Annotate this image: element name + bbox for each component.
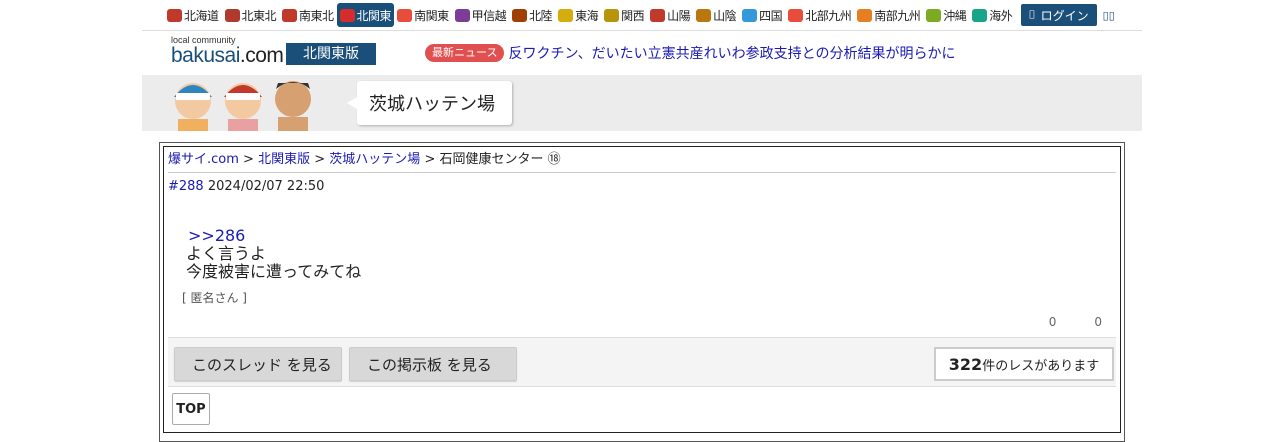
like-button[interactable]: 0	[1049, 315, 1057, 329]
poster-name: [ 匿名さん ]	[182, 291, 247, 305]
udon-icon	[742, 8, 758, 22]
region-label: 北海道	[184, 8, 219, 23]
region-link[interactable]: 北関東	[336, 3, 395, 27]
globe-icon	[972, 8, 988, 22]
camel-icon	[696, 8, 712, 22]
grape-icon	[454, 8, 470, 22]
breadcrumb-site-link[interactable]: 爆サイ.com	[168, 152, 239, 167]
region-link[interactable]: 甲信越	[452, 3, 510, 27]
shisa-icon	[926, 8, 942, 22]
region-nav: 北海道 北東北 南東北 北関東 南関東 甲信越 北陸 東海 関西 山陽 山陰 四国 北部九州 南部九州 沖縄…	[142, 0, 1142, 31]
region-label: 海外	[989, 8, 1013, 23]
board-title-bubble: 茨城ハッテン場	[347, 81, 512, 125]
region-link[interactable]: 北東北	[222, 3, 280, 27]
breadcrumb-separator: >	[424, 152, 436, 167]
site-logo[interactable]: local community bakusai.com	[171, 35, 284, 67]
namahage-icon	[224, 8, 240, 22]
region-label: 北関東	[356, 8, 392, 23]
breadcrumb-edition-link[interactable]: 北関東版	[258, 152, 310, 167]
post-panel-inner: 爆サイ.com > 北関東版 > 茨城ハッテン場 > 石岡健康センター ⑱ #2…	[163, 146, 1121, 433]
logo-suffix: .com	[239, 44, 284, 67]
breadcrumb-board-link[interactable]: 茨城ハッテン場	[329, 152, 420, 167]
region-label: 四国	[759, 8, 783, 23]
region-link[interactable]: 山陽	[647, 3, 693, 27]
daruma-icon	[339, 8, 355, 22]
torii-icon	[650, 8, 666, 22]
breadcrumb-separator: >	[314, 152, 326, 167]
region-link[interactable]: 南部九州	[854, 3, 923, 27]
region-label: 南東北	[299, 8, 334, 23]
region-link[interactable]: 関西	[601, 3, 647, 27]
post-text-line: 今度被害に遭ってみてね	[186, 262, 362, 281]
region-label: 沖縄	[943, 8, 967, 23]
region-link[interactable]: 海外	[969, 3, 1015, 27]
dislike-count: 0	[1094, 315, 1102, 329]
reply-anchor-link[interactable]: >>286	[188, 227, 1116, 245]
view-board-button[interactable]: この掲示板 を見る	[349, 347, 517, 381]
region-label: 南関東	[414, 8, 449, 23]
reply-count: 322 件のレスがあります	[934, 347, 1114, 381]
menu-icon[interactable]: ▯▯	[1103, 9, 1115, 22]
region-label: 北部九州	[805, 8, 852, 23]
region-label: 山陽	[667, 8, 691, 23]
user-icon: 	[1029, 10, 1034, 20]
region-label: 南部九州	[874, 8, 921, 23]
takoyaki-icon	[604, 8, 620, 22]
region-label: 東海	[575, 8, 599, 23]
crab-icon	[167, 8, 182, 22]
region-link[interactable]: 山陰	[693, 3, 739, 27]
vote-area: 0 0	[1049, 315, 1102, 329]
region-link[interactable]: 南関東	[394, 3, 452, 27]
mascot-characters-icon	[174, 81, 311, 131]
post-body: >>286 よく言うよ 今度被害に遭ってみてね	[186, 227, 1116, 281]
logo-name: bakusai	[171, 44, 240, 67]
shrine-icon	[512, 8, 528, 22]
news-badge: 最新ニュース	[425, 44, 505, 62]
news-headline-link[interactable]: 反ワクチン、だいたい立憲共産れいわ参政支持との分析結果が明らかに	[508, 43, 955, 63]
like-count: 0	[1048, 315, 1057, 329]
post-actions: このスレッド を見る この掲示板 を見る 322 件のレスがあります	[168, 337, 1116, 387]
reply-count-number: 322	[948, 354, 983, 374]
breadcrumb-thread-title: 石岡健康センター ⑱	[439, 152, 561, 167]
region-label: 山陰	[713, 8, 737, 23]
tower-icon	[397, 8, 413, 22]
reply-count-suffix: 件のレスがあります	[982, 358, 1100, 374]
post-panel: 爆サイ.com > 北関東版 > 茨城ハッテン場 > 石岡健康センター ⑱ #2…	[159, 142, 1125, 442]
news-ticker: 最新ニュース 反ワクチン、だいたい立憲共産れいわ参政支持との分析結果が明らかに	[425, 43, 955, 63]
region-link[interactable]: 南東北	[279, 3, 337, 27]
post-datetime: 2024/02/07 22:50	[207, 179, 325, 194]
shachihoko-icon	[558, 8, 574, 22]
login-button[interactable]: ログイン	[1021, 4, 1097, 26]
breadcrumb-separator: >	[243, 152, 254, 167]
top-button[interactable]: TOP	[172, 393, 210, 425]
region-label: 関西	[621, 8, 645, 23]
view-board-label: この掲示板 を見る	[367, 355, 492, 374]
board-banner: 茨城ハッテン場	[142, 75, 1142, 131]
region-label: 北東北	[241, 8, 277, 23]
post-text-line: よく言うよ	[186, 244, 267, 263]
dislike-button[interactable]: 0	[1094, 315, 1102, 329]
breadcrumb: 爆サイ.com > 北関東版 > 茨城ハッテン場 > 石岡健康センター ⑱	[168, 147, 1116, 173]
mentaiko-icon	[788, 8, 804, 22]
region-link[interactable]: 東海	[555, 3, 601, 27]
region-link[interactable]: 北部九州	[785, 3, 854, 27]
view-thread-button[interactable]: このスレッド を見る	[174, 347, 342, 381]
region-link[interactable]: 北海道	[164, 3, 222, 27]
region-link[interactable]: 四国	[739, 3, 785, 27]
potato-icon	[857, 8, 873, 22]
edition-label[interactable]: 北関東版	[286, 43, 376, 65]
region-label: 甲信越	[471, 8, 507, 23]
board-title: 茨城ハッテン場	[369, 94, 495, 115]
login-label: ログイン	[1035, 8, 1089, 23]
post-meta: #288 2024/02/07 22:50	[168, 179, 1116, 194]
page: 北海道 北東北 南東北 北関東 南関東 甲信越 北陸 東海 関西 山陽 山陰 四国 北部九州 南部九州 沖縄…	[142, 0, 1142, 442]
region-label: 北陸	[529, 8, 553, 23]
post-number[interactable]: #288	[168, 179, 204, 194]
region-link[interactable]: 沖縄	[923, 3, 969, 27]
header: local community bakusai.com 北関東版 最新ニュース …	[142, 31, 1142, 75]
region-link[interactable]: 北陸	[509, 3, 555, 27]
ship-icon	[282, 8, 298, 22]
view-thread-label: このスレッド を見る	[192, 355, 332, 374]
